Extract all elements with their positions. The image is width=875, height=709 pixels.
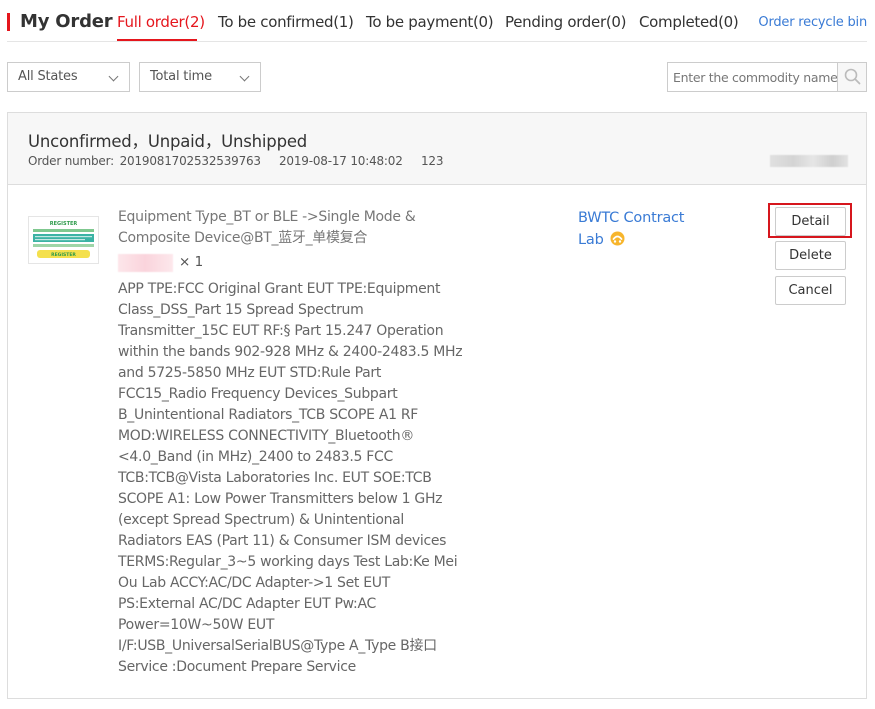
tab-to-be-payment[interactable]: To be payment(0) <box>366 13 494 31</box>
search-icon <box>844 68 861 85</box>
tab-to-be-confirmed[interactable]: To be confirmed(1) <box>218 13 354 31</box>
blurred-unit-price <box>118 254 173 272</box>
order-header: Unconfirmed，Unpaid，Unshipped Order numbe… <box>8 113 866 185</box>
register-image: REGISTER REGISTER <box>29 217 98 263</box>
detail-button[interactable]: Detail <box>775 207 846 236</box>
states-select-value: All States <box>18 69 78 84</box>
blurred-price <box>770 155 848 167</box>
chat-icon[interactable] <box>609 230 626 254</box>
states-select[interactable]: All States <box>7 62 130 92</box>
quantity-row: × 1 <box>118 254 203 272</box>
tab-completed[interactable]: Completed(0) <box>639 13 739 31</box>
time-select[interactable]: Total time <box>139 62 261 92</box>
search-box <box>667 62 867 92</box>
quantity: × 1 <box>179 254 204 270</box>
tab-full-order[interactable]: Full order(2) <box>117 13 205 31</box>
svg-text:REGISTER: REGISTER <box>51 252 76 258</box>
chevron-down-icon <box>239 71 250 82</box>
order-number-label: Order number: <box>28 154 114 168</box>
page-title: My Order <box>20 11 113 32</box>
delete-button[interactable]: Delete <box>775 241 846 270</box>
svg-text:REGISTER: REGISTER <box>50 221 78 227</box>
lab-name-link[interactable]: BWTC Contract Lab <box>578 207 708 254</box>
order-meta: Order number: 2019081702532539763 2019-0… <box>28 154 444 168</box>
commodity-search-input[interactable] <box>668 63 838 91</box>
order-extra-value: 123 <box>421 154 444 168</box>
chevron-down-icon <box>108 71 119 82</box>
order-date: 2019-08-17 10:48:02 <box>279 154 403 168</box>
time-select-value: Total time <box>150 69 212 84</box>
order-recycle-bin-link[interactable]: Order recycle bin <box>758 15 867 30</box>
title-accent-bar <box>7 13 10 31</box>
cancel-button[interactable]: Cancel <box>775 276 846 305</box>
product-thumbnail[interactable]: REGISTER REGISTER <box>28 216 99 264</box>
order-status: Unconfirmed，Unpaid，Unshipped <box>28 132 308 151</box>
tab-pending-order[interactable]: Pending order(0) <box>505 13 626 31</box>
lab-name: BWTC Contract Lab <box>578 210 685 248</box>
product-title[interactable]: Equipment Type_BT or BLE ->Single Mode &… <box>118 207 438 249</box>
header-divider <box>7 41 867 42</box>
search-button[interactable] <box>837 63 866 91</box>
product-description: APP TPE:FCC Original Grant EUT TPE:Equip… <box>118 281 463 675</box>
order-card: Unconfirmed，Unpaid，Unshipped Order numbe… <box>7 112 867 699</box>
order-number: 2019081702532539763 <box>119 154 261 168</box>
